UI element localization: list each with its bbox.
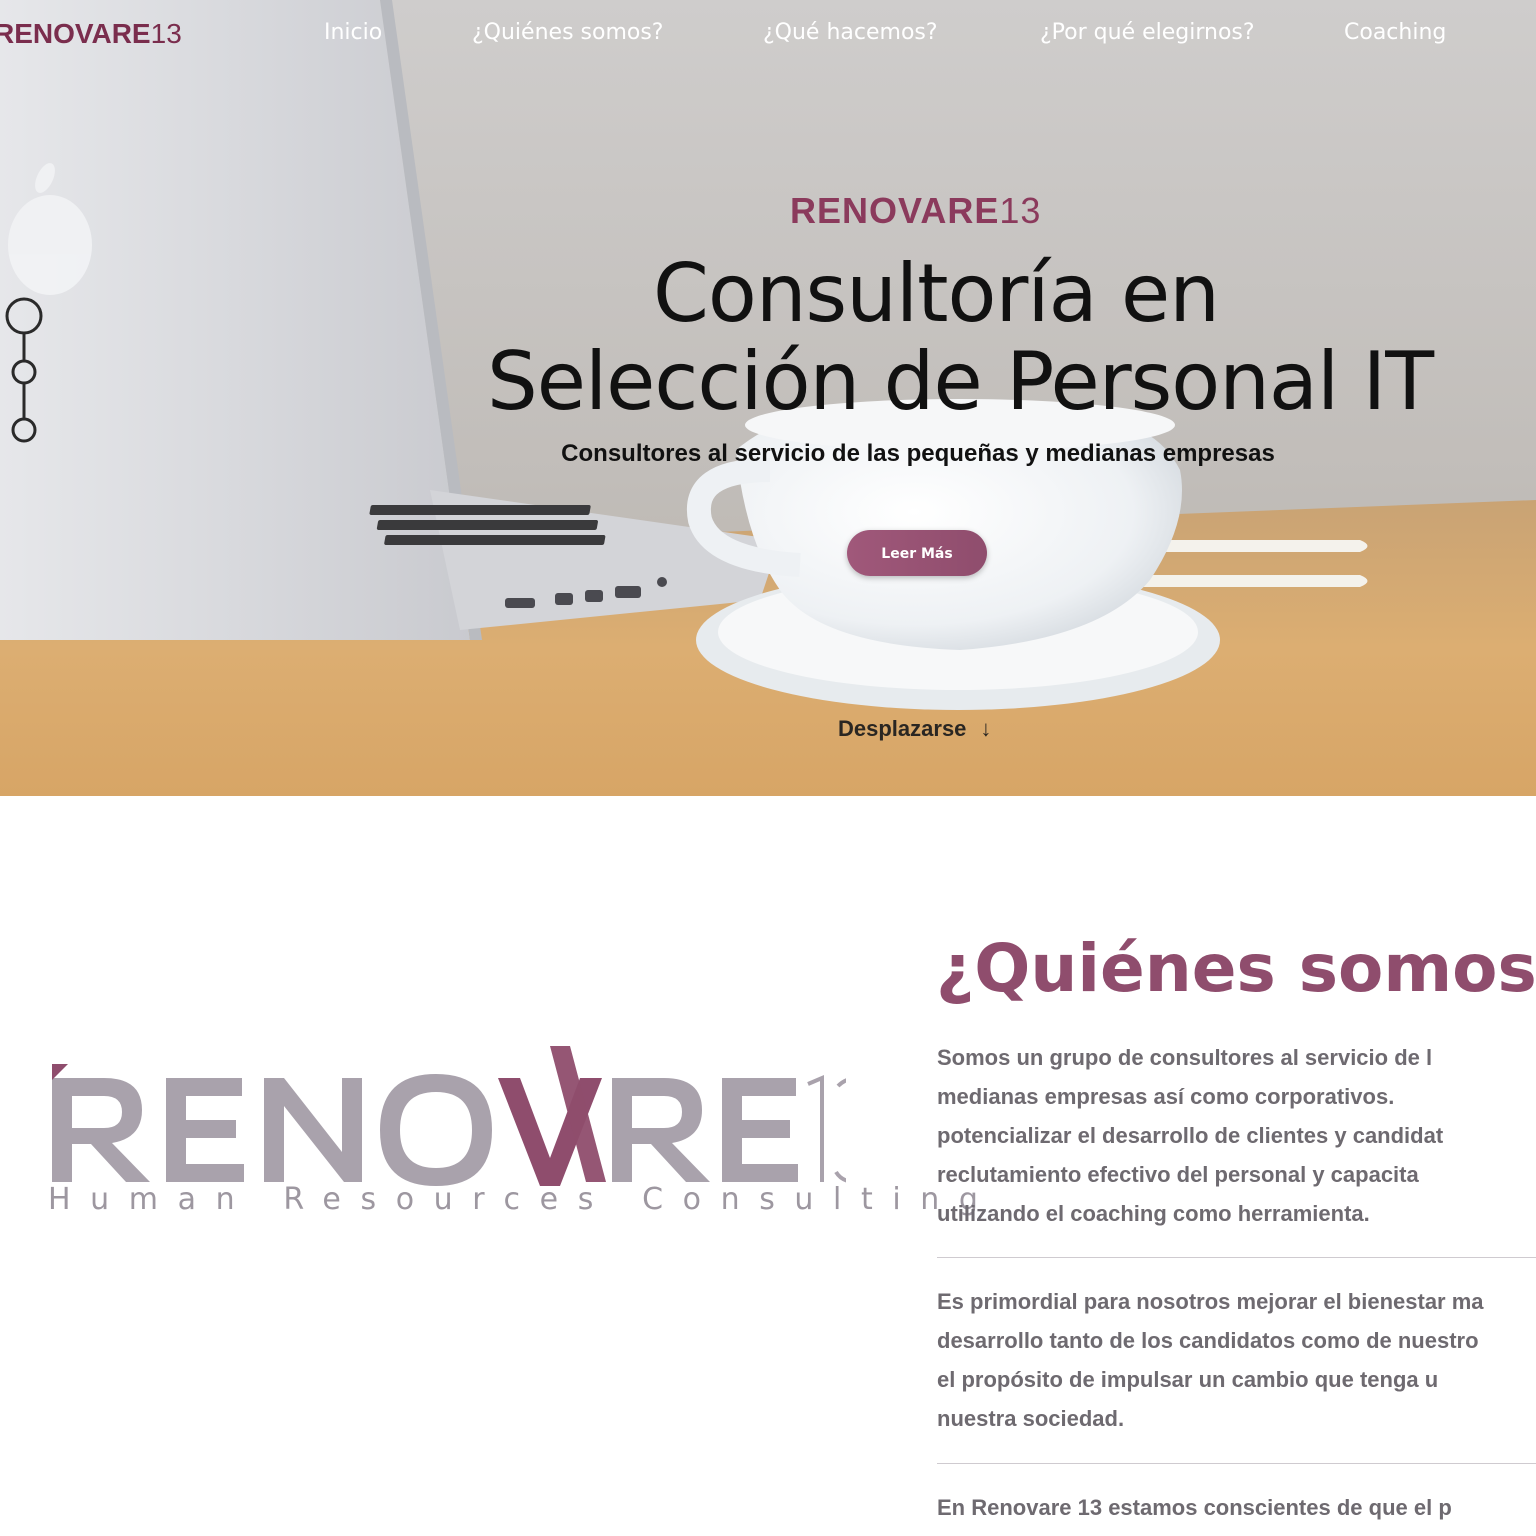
nav-item-coaching[interactable]: Coaching xyxy=(1344,20,1446,45)
paragraph-line: Es primordial para nosotros mejorar el b… xyxy=(937,1289,1484,1314)
nav-item-por-que-elegirnos[interactable]: ¿Por qué elegirnos? xyxy=(1040,20,1255,45)
hero-title: Consultoría en Selección de Personal IT xyxy=(300,250,1536,426)
nav-item-quienes-somos[interactable]: ¿Quiénes somos? xyxy=(472,20,663,45)
hero-logo-number: 13 xyxy=(999,190,1042,231)
slider-dots-icon xyxy=(5,297,43,443)
hero-logo: RENOVARE13 xyxy=(790,190,1041,232)
paragraph-line: el propósito de impulsar un cambio que t… xyxy=(937,1367,1439,1392)
paragraph-line: nuestra sociedad. xyxy=(937,1406,1125,1431)
slide-dot-3[interactable] xyxy=(11,417,37,443)
hero-subtitle-text: Consultores al servicio de las pequeñas … xyxy=(561,440,1275,467)
brand-tagline: Human Resources Consulting xyxy=(48,1182,998,1217)
page: RENOVARE 13 Inicio ¿Quiénes somos? ¿Qué h… xyxy=(0,0,1536,1536)
nav-item-que-hacemos[interactable]: ¿Qué hacemos? xyxy=(763,20,938,45)
divider xyxy=(937,1257,1536,1258)
about-paragraph-3: En Renovare 13 estamos conscientes de qu… xyxy=(937,1488,1536,1527)
leer-mas-button[interactable]: Leer Más xyxy=(847,530,987,576)
main-nav: Inicio ¿Quiénes somos? ¿Qué hacemos? ¿Po… xyxy=(0,20,1536,52)
hero-title-line2: Selección de Personal IT xyxy=(486,335,1434,428)
nav-item-inicio[interactable]: Inicio xyxy=(324,20,382,45)
scroll-hint[interactable]: Desplazarse ↓ xyxy=(838,716,991,742)
paragraph-line: reclutamiento efectivo del personal y ca… xyxy=(937,1162,1419,1187)
paragraph-line: En Renovare 13 estamos conscientes de qu… xyxy=(937,1495,1452,1520)
about-paragraph-1: Somos un grupo de consultores al servici… xyxy=(937,1038,1536,1233)
divider xyxy=(937,1463,1536,1464)
slide-dot-1[interactable] xyxy=(5,297,43,335)
hero-logo-word: RENOVARE xyxy=(790,190,1000,231)
scroll-label: Desplazarse xyxy=(838,716,967,741)
paragraph-line: desarrollo tanto de los candidatos como … xyxy=(937,1328,1479,1353)
hero-subtitle: Consultores al servicio de las pequeñas … xyxy=(300,440,1536,468)
paragraph-line: potencializar el desarrollo de clientes … xyxy=(937,1123,1444,1148)
about-paragraph-2: Es primordial para nosotros mejorar el b… xyxy=(937,1282,1536,1438)
paragraph-line: utilizando el coaching como herramienta. xyxy=(937,1201,1370,1226)
section-title-quienes-somos: ¿Quiénes somos xyxy=(936,930,1536,1007)
hero-section: RENOVARE 13 Inicio ¿Quiénes somos? ¿Qué h… xyxy=(0,0,1536,796)
slide-dot-2[interactable] xyxy=(11,359,37,385)
arrow-down-icon: ↓ xyxy=(980,716,992,741)
paragraph-line: medianas empresas así como corporativos. xyxy=(937,1084,1395,1109)
paragraph-line: Somos un grupo de consultores al servici… xyxy=(937,1045,1433,1070)
hero-title-line1: Consultoría en xyxy=(653,247,1220,340)
